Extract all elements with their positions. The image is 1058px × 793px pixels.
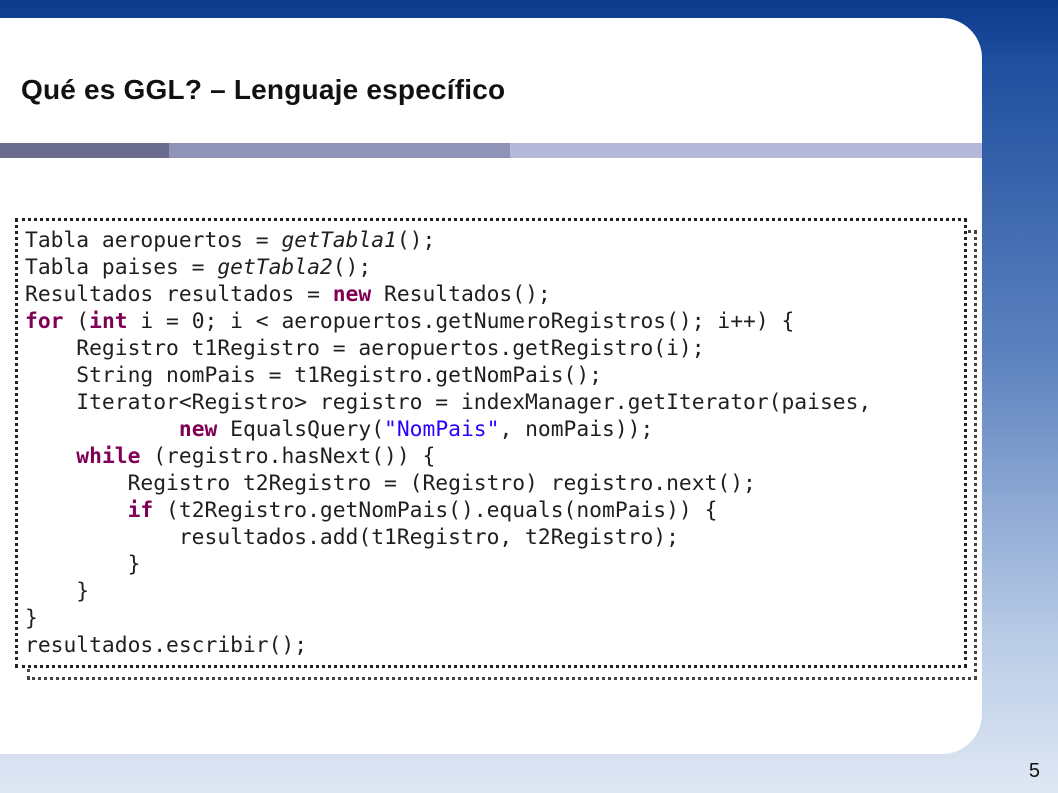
code-line: Resultados resultados = new Resultados()…: [25, 281, 964, 308]
code-line: resultados.add(t1Registro, t2Registro);: [25, 524, 964, 551]
code-line: Registro t2Registro = (Registro) registr…: [25, 470, 964, 497]
code-token: }: [25, 579, 90, 604]
code-token: EqualsQuery(: [217, 417, 385, 442]
code-line: }: [25, 605, 964, 632]
code-token: Resultados resultados =: [25, 282, 333, 307]
code-token: resultados.escribir();: [25, 633, 308, 658]
code-line: Tabla aeropuertos = getTabla1();: [25, 227, 964, 254]
code-line: }: [25, 551, 964, 578]
code-line: new EqualsQuery("NomPais", nomPais));: [25, 416, 964, 443]
code-token: Tabla paises =: [25, 255, 218, 280]
title-underline-segment: [169, 143, 510, 158]
slide-title: Qué es GGL? – Lenguaje específico: [21, 74, 506, 105]
code-line: Registro t1Registro = aeropuertos.getReg…: [25, 335, 964, 362]
code-token: (t2Registro.getNomPais().equals(nomPais)…: [153, 498, 718, 523]
code-token: new: [332, 282, 372, 307]
code-token: "NomPais": [384, 417, 500, 442]
code-line: Iterator<Registro> registro = indexManag…: [25, 389, 964, 416]
code-token: Registro t1Registro = aeropuertos.getReg…: [25, 336, 705, 361]
code-line: String nomPais = t1Registro.getNomPais()…: [25, 362, 964, 389]
code-token: Tabla aeropuertos =: [25, 228, 282, 253]
code-token: if: [127, 498, 154, 523]
code-token: ();: [396, 228, 436, 253]
code-token: while: [76, 444, 141, 469]
code-token: (: [63, 309, 90, 334]
code-token: for: [25, 309, 64, 334]
code-token: getTabla1: [281, 228, 397, 253]
page-number: 5: [1028, 760, 1040, 782]
code-token: (registro.hasNext()) {: [140, 444, 436, 469]
code-token: , nomPais));: [499, 417, 654, 442]
code-token: i = 0; i < aeropuertos.getNumeroRegistro…: [127, 309, 795, 334]
code-token: }: [25, 552, 141, 577]
code-token: resultados.add(t1Registro, t2Registro);: [25, 525, 679, 550]
code-token: Resultados();: [371, 282, 551, 307]
code-token: Iterator<Registro> registro = indexManag…: [25, 390, 872, 415]
title-underline-segment: [0, 143, 169, 158]
code-token: int: [89, 309, 128, 334]
code-token: ();: [332, 255, 372, 280]
code-token: String nomPais = t1Registro.getNomPais()…: [25, 363, 602, 388]
code-line: Tabla paises = getTabla2();: [25, 254, 964, 281]
code-line: resultados.escribir();: [25, 632, 964, 659]
title-underline-segment: [510, 143, 982, 158]
code-token: }: [25, 606, 38, 631]
code-line: while (registro.hasNext()) {: [25, 443, 964, 470]
code-snippet-box: Tabla aeropuertos = getTabla1(); Tabla pa…: [15, 218, 967, 668]
code-listing: Tabla aeropuertos = getTabla1(); Tabla pa…: [18, 221, 964, 659]
code-line: }: [25, 578, 964, 605]
code-token: Registro t2Registro = (Registro) registr…: [25, 471, 756, 496]
code-token: getTabla2: [217, 255, 333, 280]
code-line: for (int i = 0; i < aeropuertos.getNumer…: [25, 308, 964, 335]
code-line: if (t2Registro.getNomPais().equals(nomPa…: [25, 497, 964, 524]
code-token: new: [178, 417, 218, 442]
